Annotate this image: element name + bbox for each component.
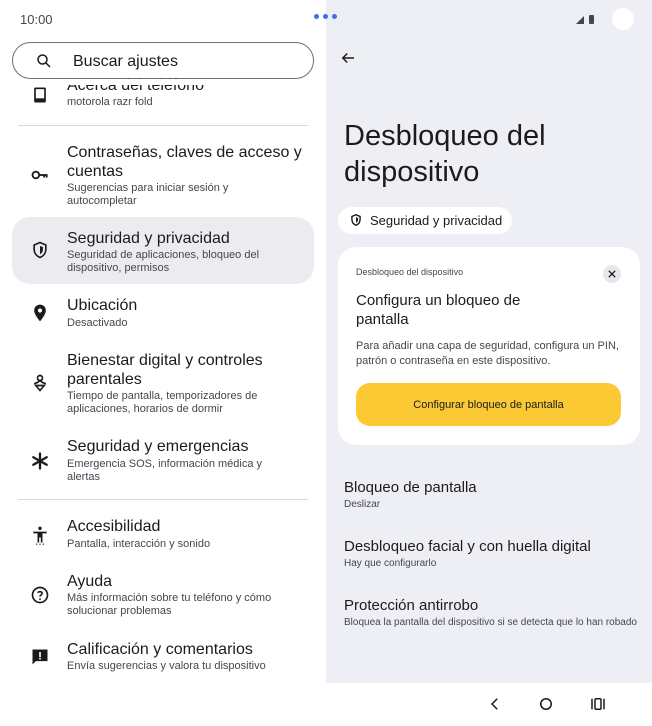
search-icon [37, 54, 51, 68]
option-subtitle: Bloquea la pantalla del dispositivo si s… [344, 617, 637, 628]
breadcrumb-chip[interactable]: Seguridad y privacidad [338, 207, 513, 234]
option-title: Bloqueo de pantalla [344, 479, 477, 496]
shield-icon [33, 241, 47, 259]
settings-item-title: Ubicación [67, 297, 138, 314]
option-face-fingerprint-unlock[interactable]: Desbloqueo facial y con huella digital H… [344, 538, 640, 570]
section-divider [18, 125, 308, 126]
option-subtitle: Hay que configurarlo [344, 558, 437, 569]
dismiss-card-button[interactable] [603, 265, 621, 283]
option-title: Protección antirrobo [344, 597, 479, 614]
dot [314, 14, 319, 19]
settings-item-subtitle: Sugerencias para iniciar sesión y autoco… [67, 182, 229, 207]
settings-item-subtitle: Desactivado [67, 317, 128, 329]
settings-item-title: Bienestar digital y controles parentales [67, 352, 263, 388]
back-arrow-icon[interactable] [339, 49, 357, 67]
pane-handle-dots[interactable] [314, 14, 340, 20]
scroll-clip-edge [0, 79, 326, 85]
help-icon [31, 586, 49, 604]
card-body: Para añadir una capa de seguridad, confi… [356, 340, 619, 367]
settings-item-location[interactable]: Ubicación Desactivado [12, 292, 314, 338]
settings-item-feedback[interactable]: Calificación y comentarios Envía sugeren… [12, 638, 314, 678]
option-subtitle: Deslizar [344, 499, 381, 510]
search-placeholder: Buscar ajustes [73, 53, 178, 70]
settings-item-help[interactable]: Ayuda Más información sobre tu teléfono … [12, 570, 314, 624]
settings-item-title: Contraseñas, claves de acceso y cuentas [67, 144, 302, 180]
settings-item-safety-emergency[interactable]: Seguridad y emergencias Emergencia SOS, … [12, 435, 314, 489]
signal-battery-icon [576, 15, 594, 24]
chip-label: Seguridad y privacidad [370, 213, 503, 228]
asterisk-icon [32, 452, 48, 470]
card-eyebrow: Desbloqueo del dispositivo [356, 267, 464, 277]
dot [323, 14, 328, 19]
settings-item-accessibility[interactable]: Accesibilidad Pantalla, interacción y so… [12, 515, 314, 557]
settings-item-subtitle: Más información sobre tu teléfono y cómo… [67, 592, 272, 617]
settings-item-subtitle: Seguridad de aplicaciones, bloqueo del d… [67, 249, 260, 274]
wellbeing-icon [33, 374, 47, 392]
status-time: 10:00 [20, 12, 53, 27]
accessibility-icon [33, 526, 47, 545]
close-icon [608, 270, 616, 278]
settings-item-subtitle: Envía sugerencias y valora tu dispositiv… [67, 660, 266, 672]
nav-home-icon[interactable] [537, 695, 555, 713]
settings-item-security-privacy[interactable]: Seguridad y privacidad Seguridad de apli… [12, 217, 314, 284]
feedback-icon [32, 649, 48, 665]
page-title: Desbloqueo del dispositivo [344, 120, 546, 188]
option-theft-protection[interactable]: Protección antirrobo Bloquea la pantalla… [344, 597, 640, 629]
settings-item-title: Calificación y comentarios [67, 641, 253, 658]
card-title: Configura un bloqueo de pantalla [356, 292, 521, 328]
avatar [612, 8, 634, 30]
location-pin-icon [34, 304, 46, 322]
dot [332, 14, 337, 19]
settings-item-title: Seguridad y emergencias [67, 438, 249, 455]
option-title: Desbloqueo facial y con huella digital [344, 538, 591, 555]
set-screen-lock-button[interactable]: Configurar bloqueo de pantalla [356, 383, 621, 426]
key-icon [31, 170, 48, 180]
settings-item-passwords[interactable]: Contraseñas, claves de acceso y cuentas … [12, 140, 314, 214]
settings-item-title: Accesibilidad [67, 518, 161, 535]
phone-icon [34, 87, 46, 103]
shield-icon [351, 213, 361, 226]
settings-item-subtitle: Tiempo de pantalla, temporizadores de ap… [67, 390, 258, 415]
settings-item-subtitle: Emergencia SOS, información médica y ale… [67, 458, 263, 483]
option-screen-lock[interactable]: Bloqueo de pantalla Deslizar [344, 479, 640, 511]
settings-item-digital-wellbeing[interactable]: Bienestar digital y controles parentales… [12, 349, 314, 423]
nav-recents-icon[interactable] [589, 695, 607, 713]
nav-back-icon[interactable] [486, 695, 504, 713]
settings-list-pane: 10:00 Buscar ajustes Acerca del teléfono… [0, 0, 326, 726]
navigation-bar [0, 683, 652, 726]
settings-item-subtitle: motorola razr fold [67, 96, 153, 108]
settings-item-title: Seguridad y privacidad [67, 230, 230, 247]
settings-item-subtitle: Pantalla, interacción y sonido [67, 538, 211, 550]
section-divider [18, 499, 308, 500]
setup-lock-card: Desbloqueo del dispositivo Configura un … [338, 247, 640, 445]
settings-item-title: Ayuda [67, 573, 113, 590]
